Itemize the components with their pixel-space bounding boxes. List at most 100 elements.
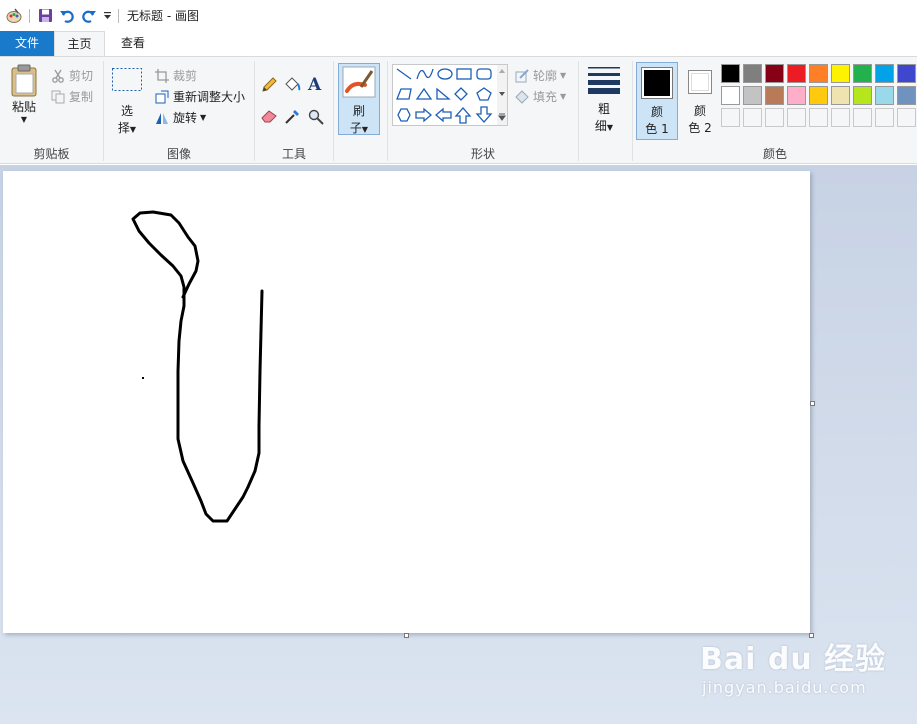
palette-swatch[interactable] bbox=[853, 86, 872, 105]
copy-label: 复制 bbox=[69, 90, 94, 104]
tab-file[interactable]: 文件 bbox=[0, 31, 54, 56]
palette-swatch[interactable] bbox=[875, 108, 894, 127]
clipboard-group: 粘贴 ▼ 剪切 复制 剪贴板 bbox=[0, 57, 103, 164]
palette-swatch[interactable] bbox=[853, 108, 872, 127]
canvas-resize-handle-bottom[interactable] bbox=[404, 633, 409, 638]
size-button[interactable]: 粗 细▼ bbox=[583, 65, 625, 134]
palette-swatch[interactable] bbox=[765, 108, 784, 127]
triangle-shape-icon bbox=[415, 87, 433, 100]
rotate-button[interactable]: 旋转 ▼ bbox=[154, 109, 206, 126]
palette-swatch[interactable] bbox=[787, 64, 806, 83]
select-button[interactable]: 选 择▼ bbox=[110, 67, 144, 136]
brushes-label-1: 刷 bbox=[352, 104, 365, 118]
brushes-button[interactable]: 刷 子▼ bbox=[338, 63, 380, 135]
text-icon[interactable]: A bbox=[308, 75, 321, 95]
fill-bucket-icon[interactable] bbox=[284, 77, 301, 93]
redo-icon[interactable] bbox=[78, 5, 100, 27]
size-group: 粗 细▼ bbox=[579, 57, 631, 164]
magnifier-icon[interactable] bbox=[308, 109, 324, 125]
fill-button[interactable]: 填充 ▼ bbox=[514, 88, 566, 105]
right-arrow-shape-icon bbox=[415, 107, 432, 123]
tab-view[interactable]: 查看 bbox=[107, 31, 159, 56]
crop-button[interactable]: 裁剪 bbox=[154, 67, 197, 84]
window-title: 无标题 - 画图 bbox=[127, 9, 199, 23]
outline-label: 轮廓 bbox=[533, 69, 558, 83]
palette-swatch[interactable] bbox=[765, 64, 784, 83]
palette-swatch[interactable] bbox=[765, 86, 784, 105]
right-triangle-shape-icon bbox=[436, 87, 451, 100]
resize-label: 重新调整大小 bbox=[173, 90, 246, 104]
copy-button[interactable]: 复制 bbox=[50, 88, 93, 105]
paste-label: 粘贴 bbox=[11, 100, 36, 114]
palette-swatch[interactable] bbox=[831, 86, 850, 105]
watermark-brand: Bai du 经验 bbox=[700, 642, 887, 677]
rounded-rectangle-shape-icon bbox=[476, 68, 492, 80]
hexagon-shape-icon bbox=[397, 108, 411, 122]
cut-button[interactable]: 剪切 bbox=[50, 67, 93, 84]
palette-swatch[interactable] bbox=[875, 64, 894, 83]
undo-icon[interactable] bbox=[56, 5, 78, 27]
palette-swatch[interactable] bbox=[809, 108, 828, 127]
palette-swatch[interactable] bbox=[721, 108, 740, 127]
outline-icon bbox=[514, 68, 530, 84]
save-icon[interactable] bbox=[34, 5, 56, 27]
color2-button[interactable]: 颜 色 2 bbox=[680, 62, 720, 140]
brushes-group: 刷 子▼ bbox=[334, 57, 386, 164]
canvas-resize-handle-right[interactable] bbox=[810, 401, 815, 406]
paste-icon bbox=[11, 64, 37, 97]
rotate-icon bbox=[154, 110, 170, 126]
fill-icon bbox=[514, 89, 530, 105]
palette-swatch[interactable] bbox=[743, 86, 762, 105]
paint-app-icon[interactable] bbox=[3, 5, 25, 27]
color1-button[interactable]: 颜 色 1 bbox=[636, 62, 678, 140]
palette-swatch[interactable] bbox=[831, 108, 850, 127]
palette-swatch[interactable] bbox=[831, 64, 850, 83]
palette-swatch[interactable] bbox=[787, 86, 806, 105]
palette-swatch[interactable] bbox=[875, 86, 894, 105]
pencil-icon[interactable] bbox=[261, 77, 277, 93]
ribbon: 粘贴 ▼ 剪切 复制 剪贴板 选 择▼ 裁剪 重新调整大小 旋转 ▼ 图像 A … bbox=[0, 56, 917, 164]
tools-group: A 工具 bbox=[255, 57, 333, 164]
fill-label: 填充 bbox=[533, 90, 558, 104]
cut-label: 剪切 bbox=[69, 69, 94, 83]
palette-swatch[interactable] bbox=[897, 86, 916, 105]
rectangle-shape-icon bbox=[456, 68, 472, 80]
palette-swatch[interactable] bbox=[809, 64, 828, 83]
ribbon-tabs: 文件 主页 查看 bbox=[0, 31, 917, 57]
palette-swatch[interactable] bbox=[743, 64, 762, 83]
drawing-canvas[interactable] bbox=[3, 171, 810, 633]
shapes-gallery[interactable] bbox=[392, 64, 508, 126]
resize-button[interactable]: 重新调整大小 bbox=[154, 88, 245, 105]
paste-button[interactable]: 粘贴 ▼ bbox=[4, 63, 44, 124]
shapes-group-label: 形状 bbox=[470, 147, 495, 161]
eraser-icon[interactable] bbox=[261, 109, 277, 123]
clipboard-group-label: 剪贴板 bbox=[33, 147, 70, 161]
brushes-label-2: 子▼ bbox=[349, 121, 369, 135]
customize-dropdown-icon[interactable] bbox=[100, 5, 114, 27]
pentagon-shape-icon bbox=[476, 87, 492, 101]
color-picker-icon[interactable] bbox=[284, 109, 300, 125]
tab-home[interactable]: 主页 bbox=[54, 31, 105, 57]
select-label-2: 择▼ bbox=[117, 121, 137, 135]
rotate-dropdown-icon[interactable]: ▼ bbox=[200, 113, 206, 122]
down-arrow-shape-icon bbox=[475, 106, 493, 123]
palette-swatch[interactable] bbox=[721, 86, 740, 105]
palette-swatch[interactable] bbox=[809, 86, 828, 105]
image-group: 选 择▼ 裁剪 重新调整大小 旋转 ▼ 图像 bbox=[104, 57, 254, 164]
diamond-shape-icon bbox=[454, 87, 468, 101]
colors-group: 颜 色 1 颜 色 2 颜色 bbox=[633, 57, 917, 164]
color1-swatch bbox=[641, 67, 673, 99]
crop-label: 裁剪 bbox=[173, 69, 198, 83]
outline-button[interactable]: 轮廓 ▼ bbox=[514, 67, 566, 84]
palette-swatch[interactable] bbox=[897, 64, 916, 83]
watermark-url: jingyan.baidu.com bbox=[702, 678, 867, 697]
palette-swatch[interactable] bbox=[743, 108, 762, 127]
palette-swatch[interactable] bbox=[897, 108, 916, 127]
palette-swatch[interactable] bbox=[721, 64, 740, 83]
palette-swatch[interactable] bbox=[787, 108, 806, 127]
palette-swatch[interactable] bbox=[853, 64, 872, 83]
color2-label-1: 颜 bbox=[693, 104, 706, 118]
select-label-1: 选 bbox=[120, 104, 133, 118]
resize-icon bbox=[154, 89, 170, 105]
paste-dropdown-icon[interactable]: ▼ bbox=[4, 115, 44, 124]
